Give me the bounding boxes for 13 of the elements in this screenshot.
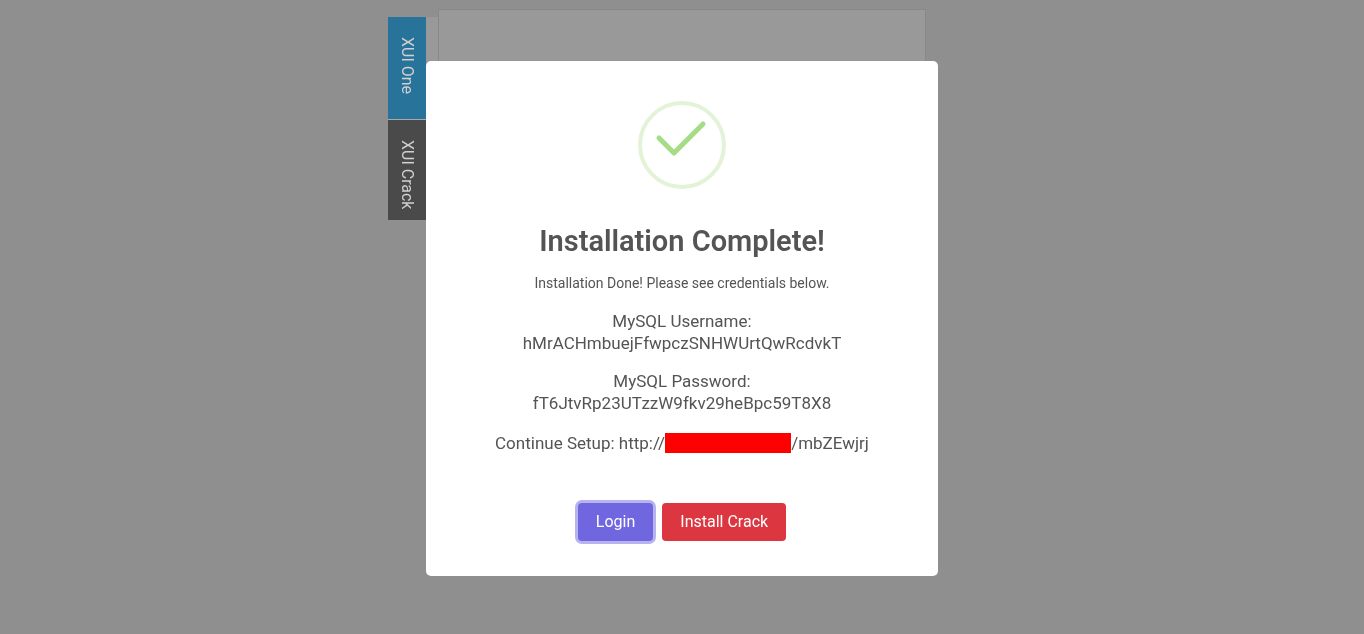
credential-label: MySQL Username: (612, 310, 752, 332)
checkmark-icon (638, 101, 726, 189)
login-button[interactable]: Login (577, 503, 654, 541)
dialog-title: Installation Complete! (539, 223, 825, 259)
setup-path-text: /mbZEwjrj (791, 432, 869, 454)
credential-value: fT6JtvRp23UTzzW9fkv29heBpc59T8X8 (532, 392, 832, 414)
credential-label: MySQL Password: (613, 370, 751, 392)
side-tab[interactable]: XUI Crack (388, 119, 426, 220)
side-tab[interactable]: XUI One (388, 17, 426, 119)
install-crack-button[interactable]: Install Crack (662, 503, 787, 541)
credential-value: hMrACHmbuejFfwpczSNHWUrtQwRcdvkT (522, 332, 842, 354)
dialog-message: Installation Done! Please see credentials below. (534, 274, 830, 293)
continue-setup-text: Continue Setup: http:// (495, 432, 666, 454)
